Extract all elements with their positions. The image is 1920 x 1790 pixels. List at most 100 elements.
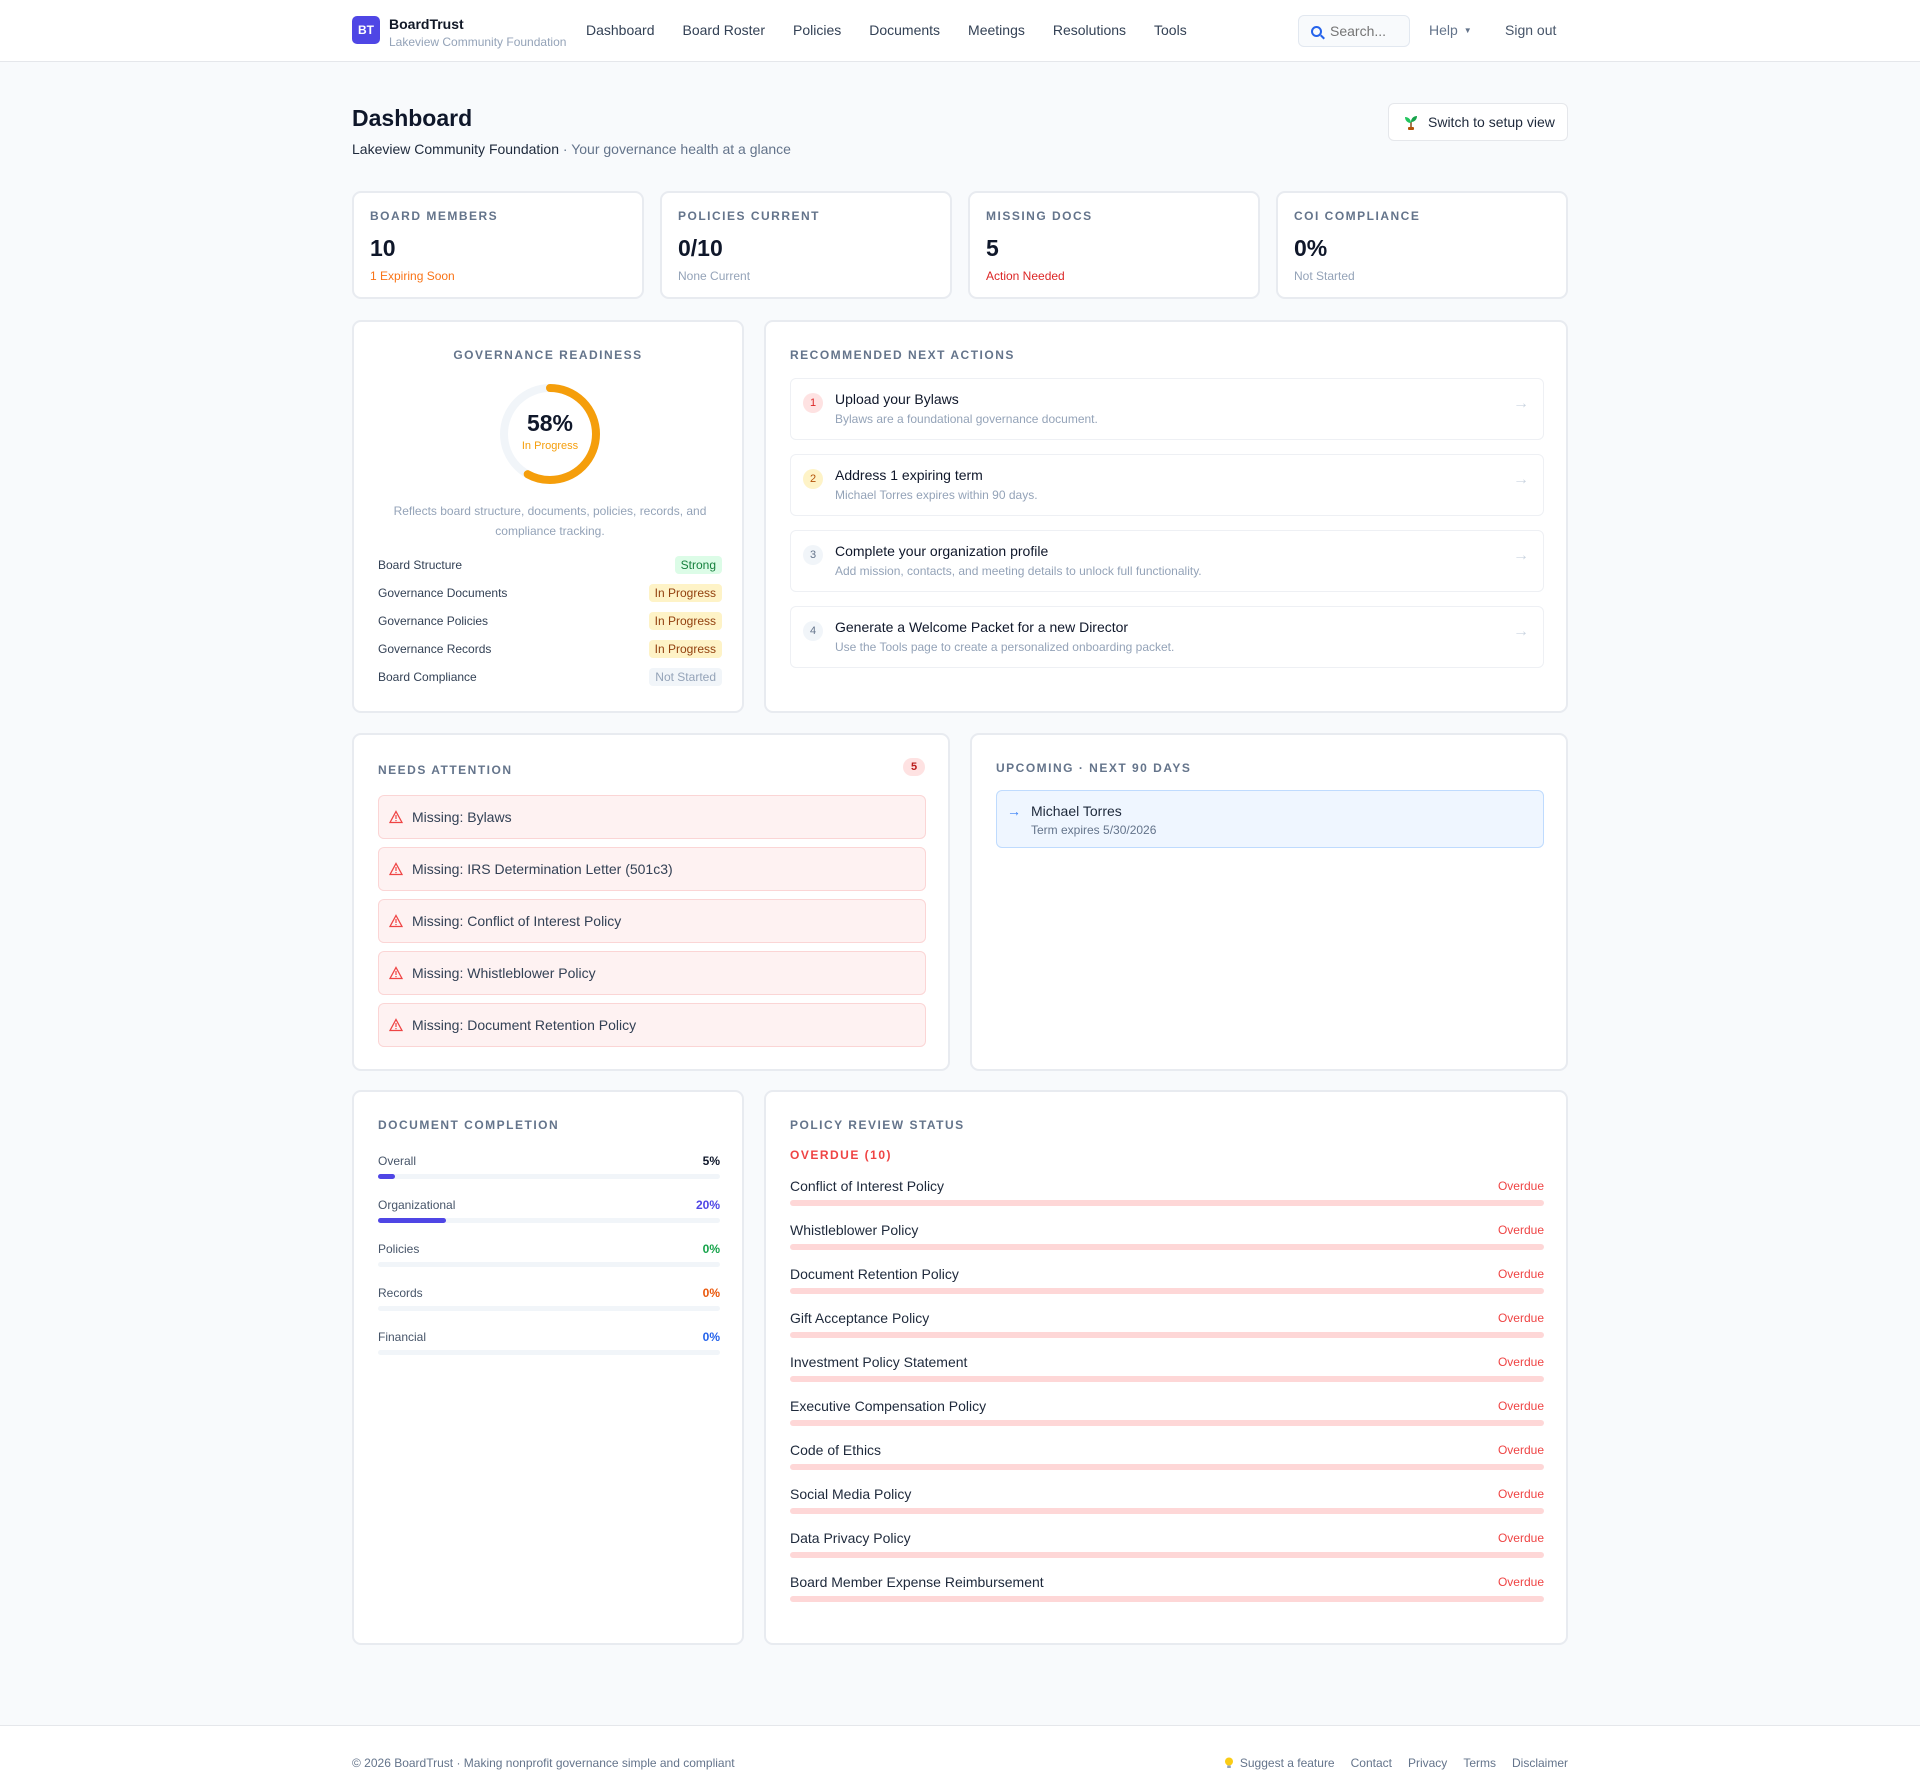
completion-percent: 0% <box>702 1242 720 1256</box>
search-icon <box>1311 25 1322 37</box>
stat-note: 1 Expiring Soon <box>370 269 455 283</box>
document-completion-card: DOCUMENT COMPLETION Overall 5% Organizat… <box>352 1090 744 1645</box>
stat-label: COI COMPLIANCE <box>1294 209 1421 223</box>
policy-progress-bar <box>790 1244 1544 1250</box>
status-badge: Overdue <box>1497 1487 1544 1501</box>
section-title: GOVERNANCE READINESS <box>453 348 643 362</box>
search-box[interactable] <box>1298 15 1410 47</box>
attention-text: Missing: Bylaws <box>412 809 512 825</box>
nav-documents[interactable]: Documents <box>869 22 940 38</box>
nav-policies[interactable]: Policies <box>793 22 841 38</box>
action-item[interactable]: 1 Upload your Bylaws Bylaws are a founda… <box>790 378 1544 440</box>
stat-label: MISSING DOCS <box>986 209 1093 223</box>
action-description: Bylaws are a foundational governance doc… <box>835 412 1098 426</box>
footer-link-suggest-feature[interactable]: Suggest a feature <box>1240 1756 1335 1770</box>
stat-card-missing-docs[interactable]: MISSING DOCS 5 Action Needed <box>968 191 1260 299</box>
stat-value: 5 <box>986 235 999 261</box>
warning-triangle-icon <box>389 862 403 876</box>
status-badge: Overdue <box>1497 1267 1544 1281</box>
search-input[interactable] <box>1330 23 1400 39</box>
stat-value: 0% <box>1294 235 1328 261</box>
attention-item[interactable]: Missing: Whistleblower Policy <box>378 951 926 995</box>
policy-progress-bar <box>790 1200 1544 1206</box>
action-description: Use the Tools page to create a personali… <box>835 640 1175 654</box>
nav-tools[interactable]: Tools <box>1154 22 1187 38</box>
top-navigation-bar: BT BoardTrust Lakeview Community Foundat… <box>0 0 1920 62</box>
footer-link-privacy[interactable]: Privacy <box>1408 1756 1447 1770</box>
attention-item[interactable]: Missing: Document Retention Policy <box>378 1003 926 1047</box>
readiness-row-label: Governance Documents <box>378 586 508 600</box>
progress-track <box>378 1306 720 1311</box>
brand-logo[interactable]: BT <box>352 16 380 44</box>
readiness-description: Reflects board structure, documents, pol… <box>393 504 707 538</box>
needs-attention-card: NEEDS ATTENTION 5 Missing: Bylaws Missin… <box>352 733 950 1071</box>
progress-fill <box>378 1174 396 1179</box>
progress-track <box>378 1262 720 1267</box>
stat-card-coi-compliance[interactable]: COI COMPLIANCE 0% Not Started <box>1276 191 1568 299</box>
action-item[interactable]: 3 Complete your organization profile Add… <box>790 530 1544 592</box>
attention-item[interactable]: Missing: Conflict of Interest Policy <box>378 899 926 943</box>
readiness-state: In Progress <box>521 440 579 452</box>
stat-card-board-members[interactable]: BOARD MEMBERS 10 1 Expiring Soon <box>352 191 644 299</box>
footer-link-terms[interactable]: Terms <box>1463 1756 1496 1770</box>
upcoming-name: Michael Torres <box>1031 803 1122 819</box>
action-item[interactable]: 4 Generate a Welcome Packet for a new Di… <box>790 606 1544 668</box>
policy-progress-bar <box>790 1508 1544 1514</box>
policy-progress-bar <box>790 1332 1544 1338</box>
policy-progress-bar <box>790 1420 1544 1426</box>
footer-link-contact[interactable]: Contact <box>1351 1756 1392 1770</box>
section-title: POLICY REVIEW STATUS <box>790 1118 965 1132</box>
status-badge: In Progress <box>648 612 722 630</box>
policy-name: Conflict of Interest Policy <box>790 1178 945 1194</box>
readiness-row-governance-documents: Governance Documents In Progress <box>378 583 722 603</box>
attention-text: Missing: Document Retention Policy <box>412 1017 637 1033</box>
readiness-row-board-compliance: Board Compliance Not Started <box>378 667 722 687</box>
upcoming-detail: Term expires 5/30/2026 <box>1031 823 1157 837</box>
policy-progress-bar <box>790 1552 1544 1558</box>
brand-name[interactable]: BoardTrust <box>389 16 566 32</box>
action-title: Address 1 expiring term <box>835 467 983 483</box>
nav-meetings[interactable]: Meetings <box>968 22 1025 38</box>
sign-out-link[interactable]: Sign out <box>1505 22 1556 38</box>
policy-name: Data Privacy Policy <box>790 1530 911 1546</box>
action-number: 3 <box>803 545 823 565</box>
help-menu[interactable]: Help ▼ <box>1429 22 1472 38</box>
completion-percent: 5% <box>702 1154 720 1168</box>
section-title: RECOMMENDED NEXT ACTIONS <box>790 348 1015 362</box>
attention-item[interactable]: Missing: Bylaws <box>378 795 926 839</box>
upcoming-item[interactable]: → Michael Torres Term expires 5/30/2026 <box>996 790 1544 848</box>
nav-dashboard[interactable]: Dashboard <box>586 22 655 38</box>
completion-percent: 20% <box>695 1198 720 1212</box>
readiness-row-label: Board Compliance <box>378 670 477 684</box>
policy-name: Executive Compensation Policy <box>790 1398 987 1414</box>
nav-board-roster[interactable]: Board Roster <box>683 22 765 38</box>
action-item[interactable]: 2 Address 1 expiring term Michael Torres… <box>790 454 1544 516</box>
action-number: 2 <box>803 469 823 489</box>
brand[interactable]: BT BoardTrust Lakeview Community Foundat… <box>352 16 566 52</box>
status-badge: In Progress <box>648 584 722 602</box>
stat-note: None Current <box>678 269 751 283</box>
stat-card-policies-current[interactable]: POLICIES CURRENT 0/10 None Current <box>660 191 952 299</box>
nav-resolutions[interactable]: Resolutions <box>1053 22 1126 38</box>
policy-name: Social Media Policy <box>790 1486 912 1502</box>
readiness-row-governance-policies: Governance Policies In Progress <box>378 611 722 631</box>
recommended-actions-card: RECOMMENDED NEXT ACTIONS 1 Upload your B… <box>764 320 1568 713</box>
warning-triangle-icon <box>389 810 403 824</box>
status-badge: Strong <box>674 556 722 574</box>
completion-label: Overall <box>378 1154 417 1168</box>
section-title: NEEDS ATTENTION <box>378 763 513 777</box>
attention-count-badge: 5 <box>903 758 925 776</box>
page-subtitle: Lakeview Community Foundation · Your gov… <box>352 141 791 157</box>
footer-link-disclaimer[interactable]: Disclaimer <box>1512 1756 1568 1770</box>
completion-label: Financial <box>378 1330 427 1344</box>
arrow-right-icon: → <box>1007 803 1021 819</box>
arrow-right-icon: → <box>1513 471 1529 488</box>
stat-label: BOARD MEMBERS <box>370 209 499 223</box>
attention-item[interactable]: Missing: IRS Determination Letter (501c3… <box>378 847 926 891</box>
status-badge: Overdue <box>1497 1179 1544 1193</box>
switch-setup-view-button[interactable]: Switch to setup view <box>1388 103 1568 141</box>
section-title: DOCUMENT COMPLETION <box>378 1118 560 1132</box>
attention-text: Missing: Conflict of Interest Policy <box>412 913 622 929</box>
section-title: UPCOMING · NEXT 90 DAYS <box>996 761 1192 775</box>
attention-text: Missing: IRS Determination Letter (501c3… <box>412 861 673 877</box>
